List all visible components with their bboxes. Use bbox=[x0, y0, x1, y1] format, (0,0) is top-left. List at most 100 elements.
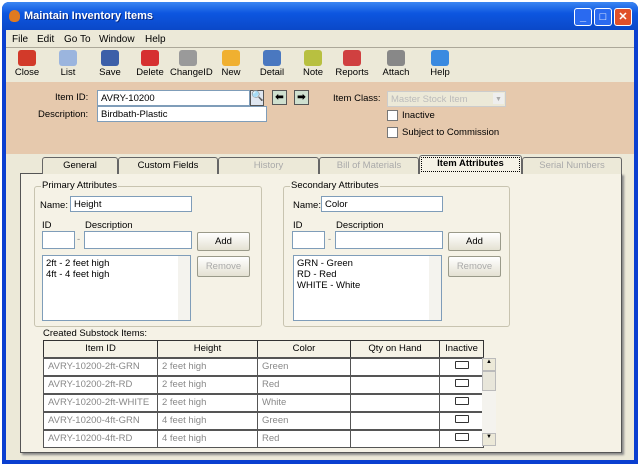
secondary-add-button[interactable]: Add bbox=[448, 232, 501, 251]
secondary-name-input[interactable]: Color bbox=[321, 196, 443, 212]
column-header-inactive[interactable]: Inactive bbox=[439, 340, 484, 358]
primary-add-button[interactable]: Add bbox=[197, 232, 250, 251]
help-button[interactable]: Help bbox=[422, 50, 458, 78]
secondary-attributes-title: Secondary Attributes bbox=[290, 180, 380, 191]
list-button[interactable]: List bbox=[50, 50, 86, 78]
primary-remove-button[interactable]: Remove bbox=[197, 256, 250, 277]
toolbar-label: Attach bbox=[382, 67, 410, 78]
table-row[interactable]: AVRY-10200-2ft-WHITE 2 feet high White bbox=[43, 392, 484, 412]
search-icon[interactable]: 🔍 bbox=[250, 90, 264, 106]
cell-item-id: AVRY-10200-2ft-RD bbox=[43, 374, 158, 394]
scroll-thumb[interactable] bbox=[482, 371, 496, 391]
list-item[interactable]: RD - Red bbox=[297, 269, 438, 280]
secondary-values-list[interactable]: GRN - Green RD - Red WHITE - White bbox=[293, 255, 442, 321]
delete-button[interactable]: Delete bbox=[132, 50, 168, 78]
scrollbar[interactable] bbox=[429, 256, 441, 320]
list-item[interactable]: 2ft - 2 feet high bbox=[46, 258, 187, 269]
item-id-label: Item ID: bbox=[55, 92, 89, 103]
toolbar-label: Help bbox=[430, 67, 450, 78]
help-icon bbox=[431, 50, 449, 66]
table-row[interactable]: AVRY-10200-2ft-RD 2 feet high Red bbox=[43, 374, 484, 394]
close-window-button[interactable]: ✕ bbox=[614, 8, 632, 26]
tab-bill-of-materials[interactable]: Bill of Materials bbox=[319, 157, 419, 174]
secondary-name-label: Name: bbox=[293, 200, 321, 211]
table-scrollbar[interactable]: ▲ ▼ bbox=[482, 358, 496, 446]
cell-qty-on-hand[interactable] bbox=[350, 410, 440, 430]
primary-id-label: ID bbox=[42, 220, 52, 231]
menu-window[interactable]: Window bbox=[99, 34, 135, 45]
secondary-description-input[interactable] bbox=[335, 231, 443, 249]
primary-id-input[interactable] bbox=[42, 231, 75, 249]
menu-edit[interactable]: Edit bbox=[37, 34, 54, 45]
column-header-qty-on-hand[interactable]: Qty on Hand bbox=[350, 340, 440, 358]
detail-button[interactable]: Detail bbox=[254, 50, 290, 78]
inactive-checkbox[interactable] bbox=[387, 110, 398, 121]
dash: - bbox=[328, 234, 332, 245]
list-item[interactable]: 4ft - 4 feet high bbox=[46, 269, 187, 280]
cell-color: White bbox=[257, 392, 351, 412]
item-class-select[interactable]: Master Stock Item ▼ bbox=[387, 91, 506, 107]
changeid-button[interactable]: ChangeID bbox=[170, 50, 213, 78]
primary-attributes-title: Primary Attributes bbox=[41, 180, 118, 191]
maximize-button[interactable]: □ bbox=[594, 8, 612, 26]
scrollbar[interactable] bbox=[178, 256, 190, 320]
column-header-item-id[interactable]: Item ID bbox=[43, 340, 158, 358]
description-input[interactable]: Birdbath-Plastic bbox=[97, 106, 267, 122]
column-header-color[interactable]: Color bbox=[257, 340, 351, 358]
item-class-label: Item Class: bbox=[333, 93, 381, 104]
tab-custom-fields[interactable]: Custom Fields bbox=[118, 157, 218, 174]
cell-qty-on-hand[interactable] bbox=[350, 392, 440, 412]
cell-qty-on-hand[interactable] bbox=[350, 374, 440, 394]
tab-item-attributes[interactable]: Item Attributes bbox=[419, 155, 522, 174]
minimize-button[interactable]: _ bbox=[574, 8, 592, 26]
toolbar-label: New bbox=[221, 67, 241, 78]
scroll-up-icon[interactable]: ▲ bbox=[482, 358, 496, 371]
commission-checkbox[interactable] bbox=[387, 127, 398, 138]
close-button[interactable]: Close bbox=[9, 50, 45, 78]
commission-label: Subject to Commission bbox=[402, 127, 500, 138]
reports-button[interactable]: Reports bbox=[334, 50, 370, 78]
table-row[interactable]: AVRY-10200-4ft-RD 4 feet high Red bbox=[43, 428, 484, 448]
inactive-row-checkbox[interactable] bbox=[454, 397, 469, 405]
primary-description-input[interactable] bbox=[84, 231, 192, 249]
list-item[interactable]: GRN - Green bbox=[297, 258, 438, 269]
new-button[interactable]: New bbox=[213, 50, 249, 78]
note-button[interactable]: Note bbox=[295, 50, 331, 78]
scroll-down-icon[interactable]: ▼ bbox=[482, 433, 496, 446]
previous-arrow-icon[interactable]: ⬅ bbox=[272, 90, 287, 105]
tab-serial-numbers[interactable]: Serial Numbers bbox=[522, 157, 622, 174]
menu-help[interactable]: Help bbox=[145, 34, 166, 45]
inactive-row-checkbox[interactable] bbox=[454, 379, 469, 387]
secondary-id-input[interactable] bbox=[292, 231, 325, 249]
item-class-value: Master Stock Item bbox=[391, 94, 468, 105]
secondary-id-label: ID bbox=[293, 220, 303, 231]
item-id-input[interactable]: AVRY-10200 bbox=[97, 90, 250, 106]
table-row[interactable]: AVRY-10200-4ft-GRN 4 feet high Green bbox=[43, 410, 484, 430]
dash: - bbox=[77, 234, 81, 245]
column-header-height[interactable]: Height bbox=[157, 340, 258, 358]
tab-general[interactable]: General bbox=[42, 157, 118, 174]
cell-qty-on-hand[interactable] bbox=[350, 356, 440, 376]
table-row[interactable]: AVRY-10200-2ft-GRN 2 feet high Green bbox=[43, 356, 484, 376]
menu-go-to[interactable]: Go To bbox=[64, 34, 91, 45]
inactive-row-checkbox[interactable] bbox=[454, 415, 469, 423]
next-arrow-icon[interactable]: ➡ bbox=[294, 90, 309, 105]
tab-history[interactable]: History bbox=[218, 157, 319, 174]
primary-name-input[interactable]: Height bbox=[70, 196, 192, 212]
cell-item-id: AVRY-10200-2ft-WHITE bbox=[43, 392, 158, 412]
attach-button[interactable]: Attach bbox=[378, 50, 414, 78]
toolbar-label: List bbox=[60, 67, 76, 78]
list-item[interactable]: WHITE - White bbox=[297, 280, 438, 291]
secondary-remove-button[interactable]: Remove bbox=[448, 256, 501, 277]
window-title: Maintain Inventory Items bbox=[24, 10, 153, 22]
inactive-row-checkbox[interactable] bbox=[454, 361, 469, 369]
menu-file[interactable]: File bbox=[12, 34, 28, 45]
toolbar-label: Reports bbox=[335, 67, 369, 78]
inactive-row-checkbox[interactable] bbox=[454, 433, 469, 442]
primary-values-list[interactable]: 2ft - 2 feet high 4ft - 4 feet high bbox=[42, 255, 191, 321]
toolbar-label: Delete bbox=[136, 67, 164, 78]
cell-qty-on-hand[interactable] bbox=[350, 428, 440, 448]
detail-icon bbox=[263, 50, 281, 66]
primary-description-label: Description bbox=[85, 220, 133, 231]
save-button[interactable]: Save bbox=[92, 50, 128, 78]
